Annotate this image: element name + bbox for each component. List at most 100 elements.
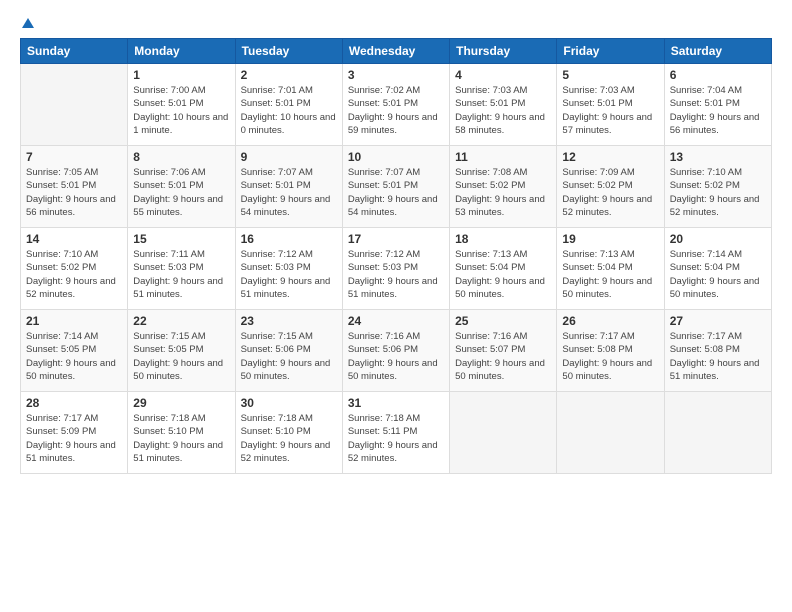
calendar-week-5: 28 Sunrise: 7:17 AMSunset: 5:09 PMDayligh…	[21, 392, 772, 474]
calendar-cell: 10Sunrise: 7:07 AMSunset: 5:01 PMDayligh…	[342, 146, 449, 228]
day-info: Sunrise: 7:03 AMSunset: 5:01 PMDaylight:…	[455, 84, 551, 137]
day-number: 27	[670, 314, 766, 328]
calendar-cell	[557, 392, 664, 474]
header	[20, 16, 772, 30]
weekday-header-monday: Monday	[128, 39, 235, 64]
day-info: Sunrise: 7:15 AMSunset: 5:05 PMDaylight:…	[133, 330, 229, 383]
day-info: Sunrise: 7:07 AMSunset: 5:01 PMDaylight:…	[241, 166, 337, 219]
calendar-cell: 9 Sunrise: 7:07 AMSunset: 5:01 PMDaylight…	[235, 146, 342, 228]
calendar-cell: 24Sunrise: 7:16 AMSunset: 5:06 PMDayligh…	[342, 310, 449, 392]
calendar: SundayMondayTuesdayWednesdayThursdayFrid…	[20, 38, 772, 474]
day-number: 6	[670, 68, 766, 82]
calendar-cell: 25 Sunrise: 7:16 AMSunset: 5:07 PMDayligh…	[450, 310, 557, 392]
calendar-cell: 8 Sunrise: 7:06 AMSunset: 5:01 PMDaylight…	[128, 146, 235, 228]
day-info: Sunrise: 7:17 AMSunset: 5:09 PMDaylight:…	[26, 412, 122, 465]
day-info: Sunrise: 7:16 AMSunset: 5:07 PMDaylight:…	[455, 330, 551, 383]
day-info: Sunrise: 7:13 AMSunset: 5:04 PMDaylight:…	[562, 248, 658, 301]
day-number: 30	[241, 396, 337, 410]
day-number: 24	[348, 314, 444, 328]
calendar-cell: 15 Sunrise: 7:11 AMSunset: 5:03 PMDayligh…	[128, 228, 235, 310]
day-number: 21	[26, 314, 122, 328]
calendar-cell: 19 Sunrise: 7:13 AMSunset: 5:04 PMDayligh…	[557, 228, 664, 310]
day-info: Sunrise: 7:02 AMSunset: 5:01 PMDaylight:…	[348, 84, 444, 137]
day-number: 29	[133, 396, 229, 410]
calendar-cell: 29Sunrise: 7:18 AMSunset: 5:10 PMDayligh…	[128, 392, 235, 474]
day-number: 23	[241, 314, 337, 328]
day-info: Sunrise: 7:07 AMSunset: 5:01 PMDaylight:…	[348, 166, 444, 219]
calendar-cell	[21, 64, 128, 146]
day-number: 16	[241, 232, 337, 246]
day-info: Sunrise: 7:13 AMSunset: 5:04 PMDaylight:…	[455, 248, 551, 301]
day-info: Sunrise: 7:10 AMSunset: 5:02 PMDaylight:…	[26, 248, 122, 301]
day-number: 14	[26, 232, 122, 246]
calendar-cell: 18 Sunrise: 7:13 AMSunset: 5:04 PMDayligh…	[450, 228, 557, 310]
day-number: 4	[455, 68, 551, 82]
day-number: 28	[26, 396, 122, 410]
day-info: Sunrise: 7:03 AMSunset: 5:01 PMDaylight:…	[562, 84, 658, 137]
day-number: 15	[133, 232, 229, 246]
day-number: 25	[455, 314, 551, 328]
day-number: 8	[133, 150, 229, 164]
calendar-cell: 1 Sunrise: 7:00 AMSunset: 5:01 PMDaylight…	[128, 64, 235, 146]
day-info: Sunrise: 7:11 AMSunset: 5:03 PMDaylight:…	[133, 248, 229, 301]
day-info: Sunrise: 7:12 AMSunset: 5:03 PMDaylight:…	[241, 248, 337, 301]
calendar-cell: 7Sunrise: 7:05 AMSunset: 5:01 PMDaylight…	[21, 146, 128, 228]
calendar-cell: 23 Sunrise: 7:15 AMSunset: 5:06 PMDayligh…	[235, 310, 342, 392]
day-number: 19	[562, 232, 658, 246]
calendar-cell	[450, 392, 557, 474]
calendar-week-3: 14 Sunrise: 7:10 AMSunset: 5:02 PMDayligh…	[21, 228, 772, 310]
calendar-cell: 26 Sunrise: 7:17 AMSunset: 5:08 PMDayligh…	[557, 310, 664, 392]
calendar-cell: 30Sunrise: 7:18 AMSunset: 5:10 PMDayligh…	[235, 392, 342, 474]
day-number: 5	[562, 68, 658, 82]
calendar-cell: 28 Sunrise: 7:17 AMSunset: 5:09 PMDayligh…	[21, 392, 128, 474]
day-number: 3	[348, 68, 444, 82]
day-info: Sunrise: 7:14 AMSunset: 5:05 PMDaylight:…	[26, 330, 122, 383]
weekday-header-wednesday: Wednesday	[342, 39, 449, 64]
calendar-cell: 3 Sunrise: 7:02 AMSunset: 5:01 PMDaylight…	[342, 64, 449, 146]
calendar-cell: 6 Sunrise: 7:04 AMSunset: 5:01 PMDaylight…	[664, 64, 771, 146]
calendar-cell: 20Sunrise: 7:14 AMSunset: 5:04 PMDayligh…	[664, 228, 771, 310]
day-info: Sunrise: 7:01 AMSunset: 5:01 PMDaylight:…	[241, 84, 337, 137]
calendar-cell: 14 Sunrise: 7:10 AMSunset: 5:02 PMDayligh…	[21, 228, 128, 310]
calendar-cell: 2 Sunrise: 7:01 AMSunset: 5:01 PMDaylight…	[235, 64, 342, 146]
day-info: Sunrise: 7:08 AMSunset: 5:02 PMDaylight:…	[455, 166, 551, 219]
day-number: 22	[133, 314, 229, 328]
weekday-header-saturday: Saturday	[664, 39, 771, 64]
day-number: 1	[133, 68, 229, 82]
weekday-header-friday: Friday	[557, 39, 664, 64]
weekday-header-row: SundayMondayTuesdayWednesdayThursdayFrid…	[21, 39, 772, 64]
calendar-cell: 22 Sunrise: 7:15 AMSunset: 5:05 PMDayligh…	[128, 310, 235, 392]
calendar-cell: 17Sunrise: 7:12 AMSunset: 5:03 PMDayligh…	[342, 228, 449, 310]
calendar-cell: 27 Sunrise: 7:17 AMSunset: 5:08 PMDayligh…	[664, 310, 771, 392]
day-number: 12	[562, 150, 658, 164]
day-info: Sunrise: 7:12 AMSunset: 5:03 PMDaylight:…	[348, 248, 444, 301]
day-info: Sunrise: 7:04 AMSunset: 5:01 PMDaylight:…	[670, 84, 766, 137]
day-number: 7	[26, 150, 122, 164]
logo-icon	[21, 16, 35, 30]
day-number: 31	[348, 396, 444, 410]
calendar-cell: 13Sunrise: 7:10 AMSunset: 5:02 PMDayligh…	[664, 146, 771, 228]
day-number: 2	[241, 68, 337, 82]
calendar-cell: 31 Sunrise: 7:18 AMSunset: 5:11 PMDayligh…	[342, 392, 449, 474]
day-info: Sunrise: 7:06 AMSunset: 5:01 PMDaylight:…	[133, 166, 229, 219]
calendar-cell: 11 Sunrise: 7:08 AMSunset: 5:02 PMDayligh…	[450, 146, 557, 228]
calendar-cell	[664, 392, 771, 474]
weekday-header-thursday: Thursday	[450, 39, 557, 64]
page: SundayMondayTuesdayWednesdayThursdayFrid…	[0, 0, 792, 612]
day-number: 13	[670, 150, 766, 164]
weekday-header-tuesday: Tuesday	[235, 39, 342, 64]
calendar-cell: 5 Sunrise: 7:03 AMSunset: 5:01 PMDaylight…	[557, 64, 664, 146]
day-info: Sunrise: 7:09 AMSunset: 5:02 PMDaylight:…	[562, 166, 658, 219]
weekday-header-sunday: Sunday	[21, 39, 128, 64]
day-info: Sunrise: 7:15 AMSunset: 5:06 PMDaylight:…	[241, 330, 337, 383]
calendar-week-1: 1 Sunrise: 7:00 AMSunset: 5:01 PMDaylight…	[21, 64, 772, 146]
day-number: 26	[562, 314, 658, 328]
day-info: Sunrise: 7:18 AMSunset: 5:11 PMDaylight:…	[348, 412, 444, 465]
day-number: 20	[670, 232, 766, 246]
day-info: Sunrise: 7:00 AMSunset: 5:01 PMDaylight:…	[133, 84, 229, 137]
day-info: Sunrise: 7:17 AMSunset: 5:08 PMDaylight:…	[670, 330, 766, 383]
day-number: 11	[455, 150, 551, 164]
day-info: Sunrise: 7:17 AMSunset: 5:08 PMDaylight:…	[562, 330, 658, 383]
day-number: 9	[241, 150, 337, 164]
day-number: 18	[455, 232, 551, 246]
